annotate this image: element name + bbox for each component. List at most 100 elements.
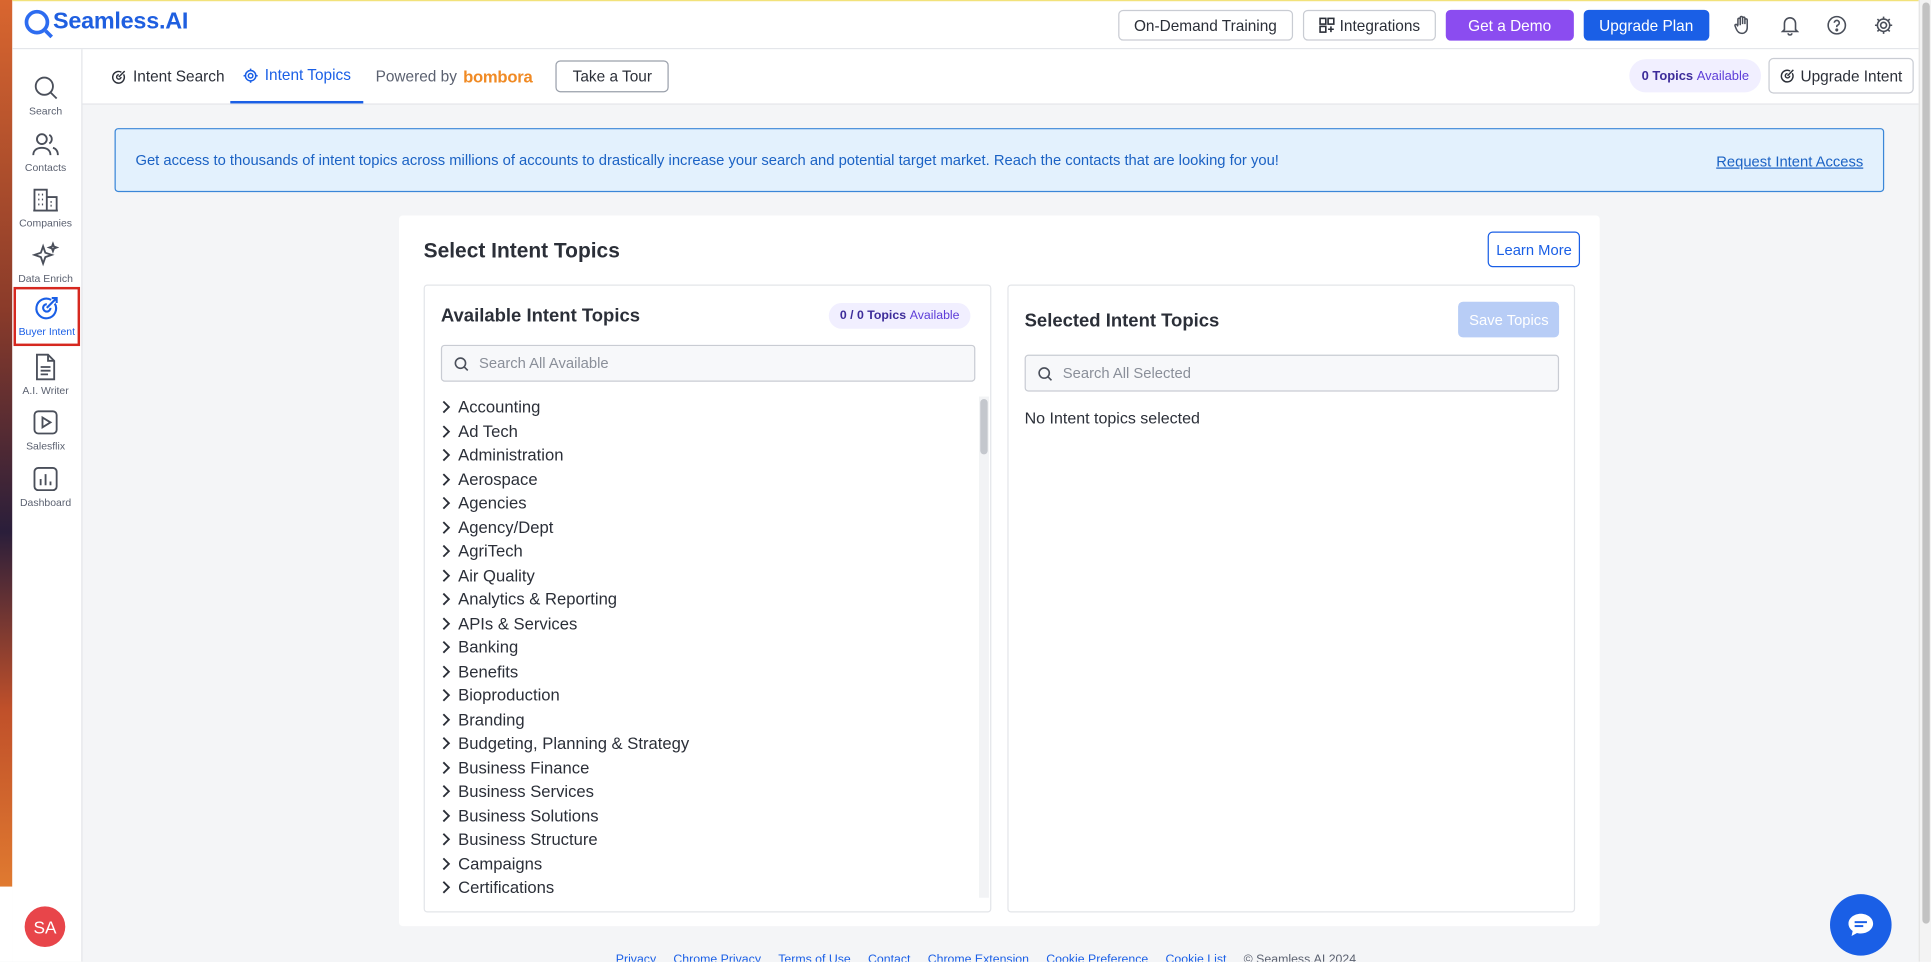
list-item[interactable]: Campaigns (441, 852, 971, 876)
powered-by: Powered by bombora (376, 49, 533, 103)
topic-label: Banking (458, 638, 519, 657)
list-item[interactable]: Business Structure (441, 828, 971, 852)
sidebar-item-buyer-intent[interactable]: Buyer Intent (13, 286, 81, 347)
chart-icon (33, 467, 58, 492)
topic-label: Branding (458, 710, 525, 729)
sidebar-item-label: Companies (19, 216, 73, 230)
list-item[interactable]: Ad Tech (441, 419, 971, 443)
tab-intent-search[interactable]: Intent Search (111, 49, 225, 103)
list-item[interactable]: Bioproduction (441, 683, 971, 707)
search-selected-input[interactable]: Search All Selected (1024, 354, 1560, 392)
chevron-right-icon (441, 569, 452, 583)
list-item[interactable]: APIs & Services (441, 611, 971, 635)
topic-label: APIs & Services (458, 614, 578, 633)
chevron-right-icon (441, 857, 452, 871)
list-item[interactable]: Business Services (441, 780, 971, 804)
footer-link[interactable]: Cookie Preference (1046, 953, 1148, 962)
topic-label: Business Services (458, 782, 594, 801)
list-item[interactable]: Banking (441, 635, 971, 659)
companies-icon (33, 188, 58, 212)
upgrade-plan-button[interactable]: Upgrade Plan (1583, 9, 1710, 41)
save-topics-button[interactable]: Save Topics (1458, 301, 1560, 338)
on-demand-training-button[interactable]: On-Demand Training (1117, 9, 1293, 41)
list-item[interactable]: Certifications (441, 876, 971, 898)
contacts-icon (32, 133, 59, 156)
list-item[interactable]: Aerospace (441, 467, 971, 491)
sidebar-item-salesflix[interactable]: Salesflix (12, 404, 79, 459)
topic-label: Air Quality (458, 566, 535, 585)
hand-icon[interactable] (1729, 12, 1756, 39)
list-item[interactable]: Accounting (441, 395, 971, 419)
list-item[interactable]: Business Finance (441, 756, 971, 780)
empty-selection-message: No Intent topics selected (1024, 408, 1200, 428)
sidebar-item-dashboard[interactable]: Dashboard (12, 461, 79, 516)
chevron-right-icon (441, 881, 452, 895)
sidebar-item-label: Contacts (24, 161, 67, 174)
target-icon (1780, 69, 1794, 83)
chevron-right-icon (441, 617, 452, 631)
integrations-icon (1319, 17, 1335, 33)
footer-link[interactable]: Chrome Extension (928, 953, 1029, 962)
list-item[interactable]: Agencies (441, 491, 971, 515)
logo[interactable]: Seamless.AI (24, 9, 188, 36)
integrations-button[interactable]: Integrations (1302, 9, 1437, 41)
take-tour-button[interactable]: Take a Tour (555, 60, 670, 93)
footer-link[interactable]: Cookie List (1165, 953, 1226, 962)
available-count: 0 / 0 Topics (839, 309, 907, 323)
chevron-right-icon (441, 761, 452, 775)
search-available-placeholder: Search All Available (479, 354, 609, 372)
sidebar-item-search[interactable]: Search (12, 69, 79, 124)
learn-more-button[interactable]: Learn More (1487, 231, 1581, 268)
sidebar-item-ai-writer[interactable]: A.I. Writer (12, 349, 79, 404)
avatar[interactable]: SA (24, 906, 66, 948)
bell-icon[interactable] (1776, 12, 1803, 39)
sidebar-item-contacts[interactable]: Contacts (12, 126, 79, 181)
target-icon (35, 296, 58, 320)
topic-label: Administration (458, 446, 564, 465)
sidebar-item-companies[interactable]: Companies (12, 181, 79, 236)
chat-button[interactable] (1830, 894, 1892, 956)
search-available-input[interactable]: Search All Available (440, 344, 976, 382)
list-item[interactable]: Administration (441, 443, 971, 467)
search-selected-placeholder: Search All Selected (1062, 364, 1191, 382)
upgrade-intent-button[interactable]: Upgrade Intent (1768, 57, 1914, 94)
list-item[interactable]: Budgeting, Planning & Strategy (441, 732, 971, 756)
footer-link[interactable]: Terms of Use (778, 953, 851, 962)
footer-link[interactable]: Chrome Privacy (673, 953, 761, 962)
gear-icon[interactable] (1869, 12, 1896, 39)
list-item[interactable]: Air Quality (441, 563, 971, 587)
list-item[interactable]: AgriTech (441, 539, 971, 563)
topic-label: Business Structure (458, 830, 598, 849)
tab-intent-topics[interactable]: Intent Topics (230, 49, 364, 104)
window-scrollbar[interactable] (1918, 0, 1931, 962)
footer-link[interactable]: Privacy (616, 953, 656, 962)
list-item[interactable]: Business Solutions (441, 804, 971, 828)
topic-label: Accounting (458, 398, 541, 417)
topic-label: Certifications (458, 878, 555, 897)
list-item[interactable]: Agency/Dept (441, 515, 971, 539)
request-intent-access-link[interactable]: Request Intent Access (1716, 153, 1863, 170)
sidebar-item-data-enrich[interactable]: Data Enrich (12, 236, 79, 291)
list-item[interactable]: Benefits (441, 659, 971, 683)
available-topics-title: Available Intent Topics (440, 305, 641, 327)
sidebar-item-label: Search (28, 104, 63, 117)
footer-link[interactable]: Contact (868, 953, 910, 962)
available-topics-panel: Available Intent Topics 0 / 0 Topics Ava… (423, 284, 992, 913)
list-item[interactable]: Branding (441, 707, 971, 731)
get-demo-button[interactable]: Get a Demo (1445, 9, 1574, 41)
chevron-right-icon (441, 809, 452, 823)
logo-icon (24, 9, 50, 35)
help-icon[interactable] (1823, 12, 1850, 39)
powered-by-label: Powered by (375, 67, 457, 85)
list-item[interactable]: Analytics & Reporting (441, 587, 971, 611)
upgrade-intent-label: Upgrade Intent (1800, 67, 1903, 85)
topic-list-scrollbar[interactable] (979, 396, 989, 898)
topic-label: Analytics & Reporting (458, 590, 618, 609)
chevron-right-icon (441, 737, 452, 751)
tab-label: Intent Topics (264, 66, 351, 84)
search-icon (34, 76, 58, 100)
chevron-right-icon (441, 425, 452, 439)
chevron-right-icon (441, 689, 452, 703)
topic-label: Campaigns (458, 854, 543, 873)
card-title: Select Intent Topics (423, 238, 620, 263)
